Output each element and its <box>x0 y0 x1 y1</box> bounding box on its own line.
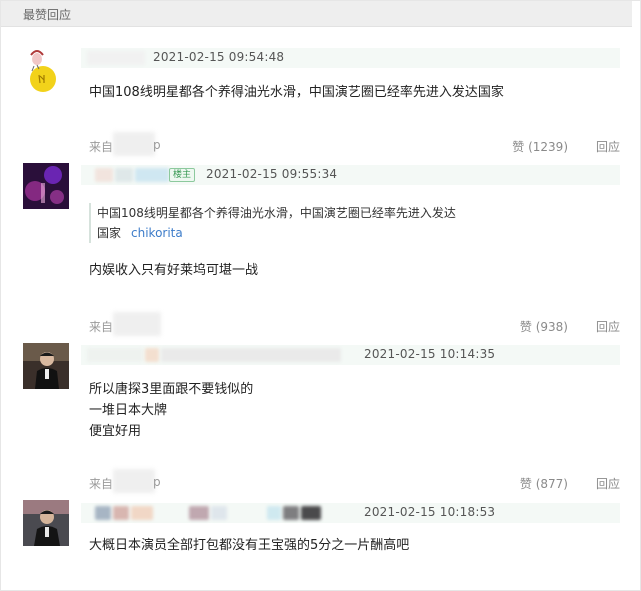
redacted-source <box>113 132 155 156</box>
comment-source-suffix: p <box>153 138 161 152</box>
comment-timestamp: 2021-02-15 09:54:48 <box>153 50 285 64</box>
redacted-username-part <box>113 506 129 520</box>
comment-meta: 2021-02-15 10:14:35 <box>81 345 620 365</box>
comment-text: 所以唐探3里面跟不要钱似的 一堆日本大牌 便宜好用 <box>89 379 253 442</box>
like-button[interactable]: 赞 (877) <box>520 475 568 492</box>
comment-source: 来自 <box>89 477 114 491</box>
avatar[interactable] <box>23 47 69 93</box>
redacted-username-part <box>95 168 113 182</box>
comment-text: 内娱收入只有好莱坞可堪一战 <box>89 263 259 278</box>
redacted-username-part <box>267 506 281 520</box>
quote-line: 国家 chikorita <box>97 226 183 240</box>
comment-footer: 来自 p 赞 (1239) 回应 <box>89 132 620 156</box>
redacted-username-part <box>95 506 111 520</box>
redacted-source <box>113 469 155 493</box>
comment-source-suffix: p <box>153 475 161 489</box>
comment-footer: 来自 赞 (938) 回应 <box>89 312 620 336</box>
comment-source: 来自 <box>89 140 114 154</box>
avatar[interactable] <box>23 343 69 389</box>
redacted-username-part <box>131 506 153 520</box>
comment-timestamp: 2021-02-15 10:14:35 <box>364 347 496 361</box>
section-header: 最赞回应 <box>1 1 632 27</box>
op-badge: 楼主 <box>169 168 196 182</box>
redacted-source <box>113 312 161 336</box>
like-button[interactable]: 赞 (938) <box>520 318 568 335</box>
redacted-username-part <box>161 348 341 362</box>
redacted-username-part <box>87 348 143 362</box>
redacted-username-part <box>301 506 321 520</box>
quoted-comment: 中国108线明星都各个养得油光水滑，中国演艺圈已经率先进入发达 国家 chikor… <box>89 203 497 243</box>
redacted-username-part <box>211 506 227 520</box>
comment-timestamp: 2021-02-15 09:55:34 <box>206 167 338 181</box>
redacted-username <box>87 51 145 65</box>
redacted-username-part <box>115 168 133 182</box>
reply-button[interactable]: 回应 <box>596 318 620 335</box>
comment-footer: 来自 p 赞 (877) 回应 <box>89 469 620 493</box>
redacted-username-part <box>135 168 169 182</box>
comment-text: 中国108线明星都各个养得油光水滑，中国演艺圈已经率先进入发达国家 <box>89 85 504 100</box>
comment-line: 一堆日本大牌 <box>89 403 168 418</box>
comments-panel: 最赞回应 2021-02-15 09:54:48 中国108线明星都各个养得油光… <box>0 0 641 591</box>
comment-meta: 楼主 2021-02-15 09:55:34 <box>81 165 620 185</box>
section-title: 最赞回应 <box>23 8 72 22</box>
redacted-username-part <box>145 348 159 362</box>
comment-line: 便宜好用 <box>89 424 142 439</box>
redacted-username-part <box>189 506 209 520</box>
comment-text: 大概日本演员全部打包都没有王宝强的5分之一片酬高吧 <box>89 538 410 553</box>
comment-line: 所以唐探3里面跟不要钱似的 <box>89 382 254 397</box>
comment-meta: 2021-02-15 09:54:48 <box>81 48 620 68</box>
quote-author-link[interactable]: chikorita <box>131 226 183 240</box>
redacted-username-part <box>283 506 299 520</box>
comment-meta: 2021-02-15 10:18:53 <box>81 503 620 523</box>
reply-button[interactable]: 回应 <box>596 138 620 155</box>
reply-button[interactable]: 回应 <box>596 475 620 492</box>
avatar[interactable] <box>23 163 69 209</box>
like-button[interactable]: 赞 (1239) <box>512 138 568 155</box>
avatar[interactable] <box>23 500 69 546</box>
comment-timestamp: 2021-02-15 10:18:53 <box>364 505 496 519</box>
quote-line: 中国108线明星都各个养得油光水滑，中国演艺圈已经率先进入发达 <box>97 206 456 220</box>
comment-source: 来自 <box>89 320 114 334</box>
